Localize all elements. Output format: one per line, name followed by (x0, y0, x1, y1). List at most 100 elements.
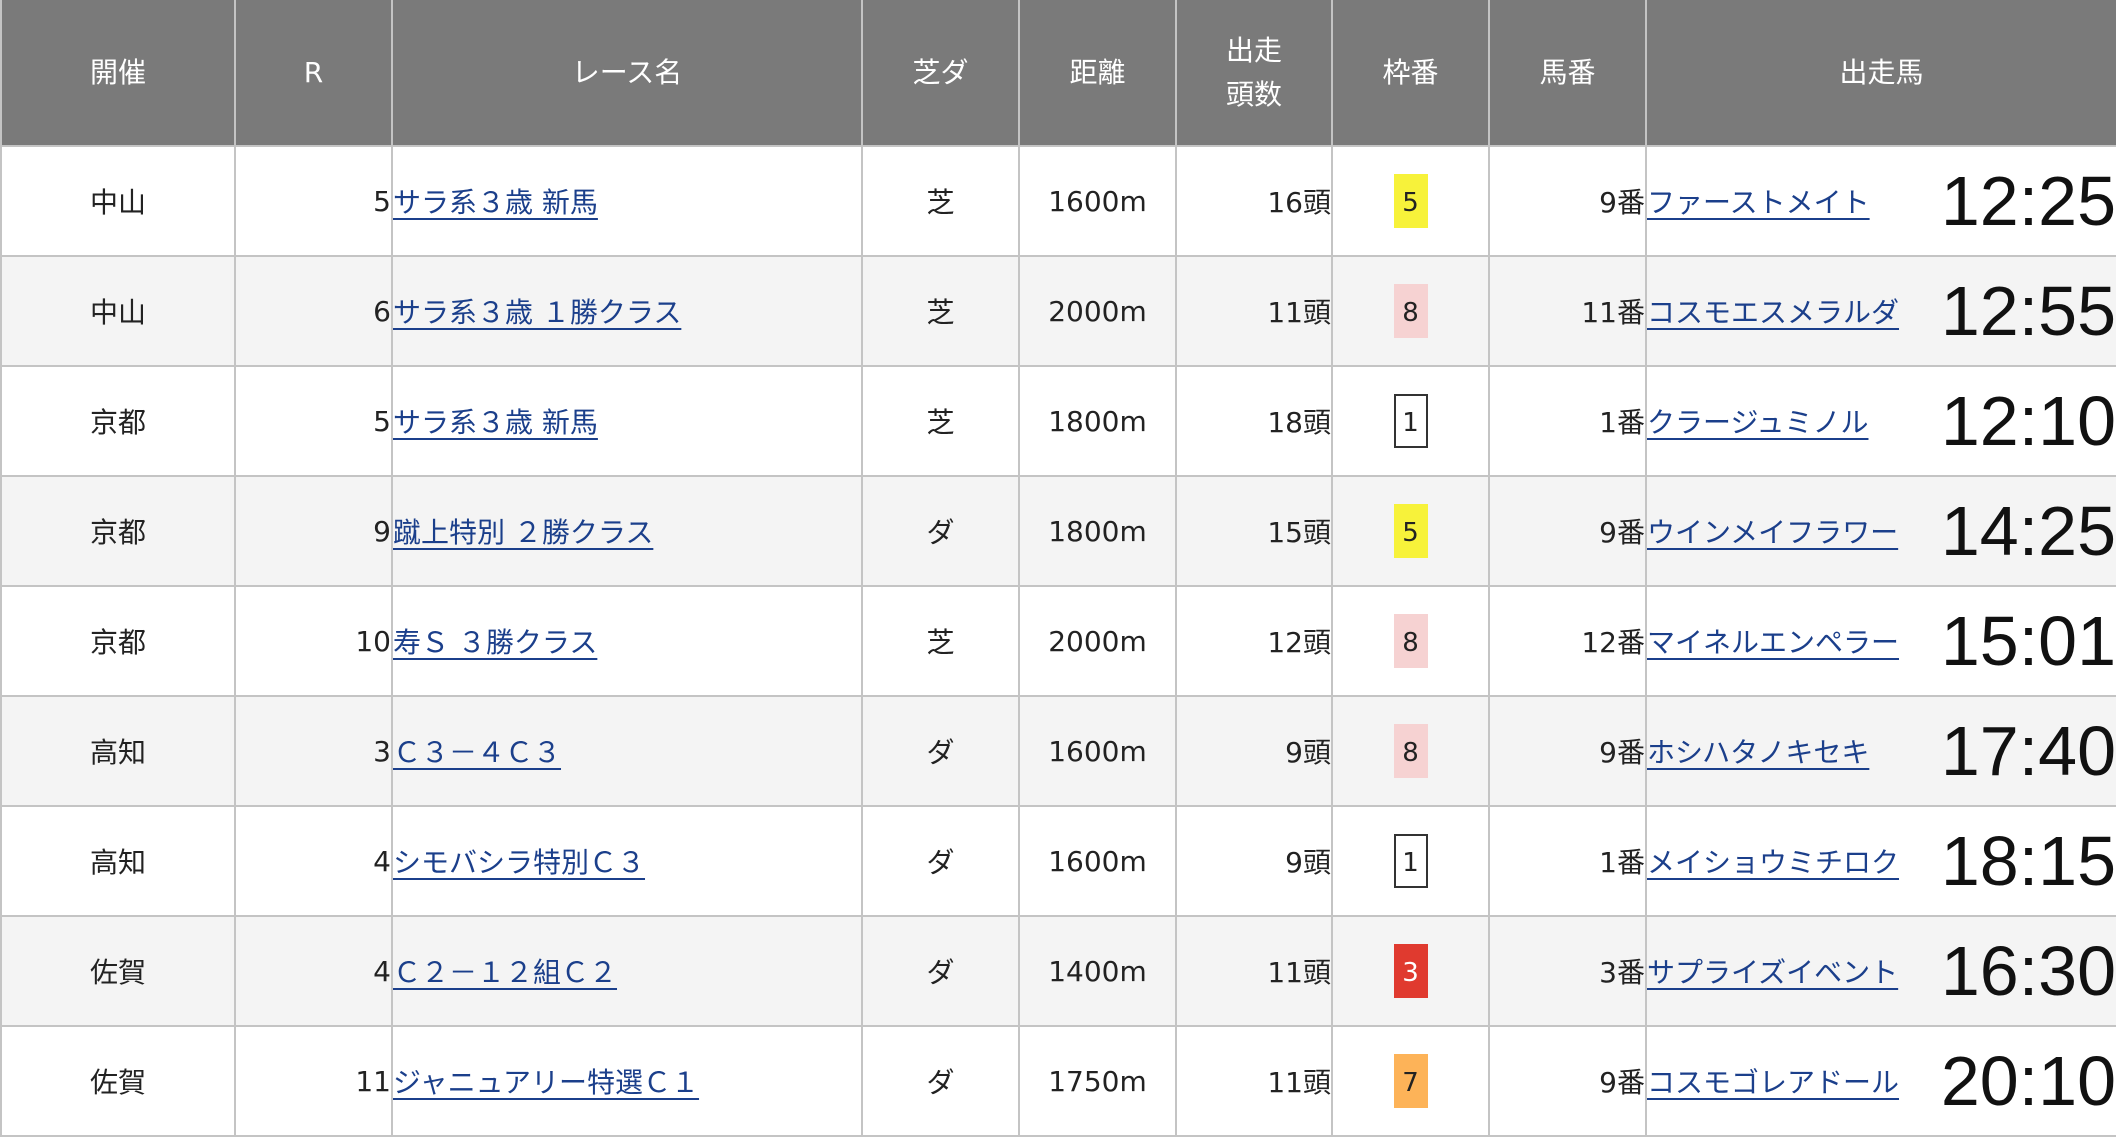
distance-cell: 2000m (1018, 255, 1177, 367)
race-number-cell: 5 (234, 145, 393, 257)
post-time: 20:10 (1940, 1046, 2116, 1116)
surface-cell: 芝 (861, 255, 1020, 367)
horse-cell-content: ウインメイフラワー 14:25 (1647, 496, 2116, 566)
race-number-cell: 3 (234, 695, 393, 807)
table-row: 高知 4 シモバシラ特別Ｃ３ ダ 1600m 9頭 1 1番 メイショウミチロク… (0, 805, 2116, 917)
horse-number-cell: 12番 (1488, 585, 1647, 697)
surface-cell: 芝 (861, 365, 1020, 477)
table-row: 佐賀 4 Ｃ２－１２組Ｃ２ ダ 1400m 11頭 3 3番 サプライズイベント… (0, 915, 2116, 1027)
frame-badge: 8 (1393, 724, 1428, 778)
distance-cell: 1600m (1018, 695, 1177, 807)
table-row: 佐賀 11 ジャニュアリー特選Ｃ１ ダ 1750m 11頭 7 9番 コスモゴレ… (0, 1025, 2116, 1137)
surface-cell: 芝 (861, 585, 1020, 697)
distance-cell: 1600m (1018, 805, 1177, 917)
venue-cell: 高知 (0, 805, 236, 917)
horse-cell: ファーストメイト 12:25 (1645, 145, 2116, 257)
race-number-cell: 6 (234, 255, 393, 367)
venue-cell: 中山 (0, 145, 236, 257)
frame-cell: 5 (1331, 145, 1490, 257)
horse-cell: メイショウミチロク 18:15 (1645, 805, 2116, 917)
surface-cell: 芝 (861, 145, 1020, 257)
header-race-number: R (234, 0, 393, 146)
frame-badge: 1 (1393, 834, 1428, 888)
race-name-link[interactable]: Ｃ２－１２組Ｃ２ (393, 956, 617, 989)
starters-cell: 16頭 (1175, 145, 1333, 257)
horse-name-link[interactable]: メイショウミチロク (1647, 841, 1899, 881)
race-name-link[interactable]: ジャニュアリー特選Ｃ１ (393, 1066, 699, 1099)
horse-cell-content: クラージュミノル 12:10 (1647, 386, 2116, 456)
surface-cell: ダ (861, 475, 1020, 587)
frame-cell: 8 (1331, 255, 1490, 367)
frame-cell: 7 (1331, 1025, 1490, 1137)
distance-cell: 1800m (1018, 475, 1177, 587)
horse-cell-content: マイネルエンペラー 15:01 (1647, 606, 2116, 676)
venue-cell: 佐賀 (0, 915, 236, 1027)
venue-cell: 京都 (0, 365, 236, 477)
horse-cell: サプライズイベント 16:30 (1645, 915, 2116, 1027)
race-name-cell: 寿Ｓ ３勝クラス (391, 585, 863, 697)
race-number-cell: 11 (234, 1025, 393, 1137)
surface-cell: ダ (861, 695, 1020, 807)
starters-cell: 11頭 (1175, 915, 1333, 1027)
post-time: 14:25 (1940, 496, 2116, 566)
horse-number-cell: 9番 (1488, 145, 1647, 257)
horse-name-link[interactable]: ウインメイフラワー (1647, 511, 1898, 551)
horse-cell-content: メイショウミチロク 18:15 (1647, 826, 2116, 896)
frame-badge: 3 (1393, 944, 1428, 998)
frame-badge: 1 (1393, 394, 1428, 448)
horse-cell: ホシハタノキセキ 17:40 (1645, 695, 2116, 807)
post-time: 18:15 (1940, 826, 2116, 896)
horse-name-link[interactable]: ファーストメイト (1647, 181, 1870, 221)
horse-number-cell: 11番 (1488, 255, 1647, 367)
horse-number-cell: 1番 (1488, 805, 1647, 917)
venue-cell: 京都 (0, 585, 236, 697)
post-time: 17:40 (1940, 716, 2116, 786)
table-row: 京都 5 サラ系３歳 新馬 芝 1800m 18頭 1 1番 クラージュミノル … (0, 365, 2116, 477)
header-horse-number: 馬番 (1488, 0, 1647, 146)
distance-cell: 2000m (1018, 585, 1177, 697)
horse-name-link[interactable]: サプライズイベント (1647, 951, 1898, 991)
header-horse: 出走馬 (1645, 0, 2116, 146)
post-time: 12:10 (1940, 386, 2116, 456)
race-name-link[interactable]: Ｃ３－４Ｃ３ (393, 736, 561, 769)
horse-name-link[interactable]: ホシハタノキセキ (1647, 731, 1869, 771)
race-name-link[interactable]: シモバシラ特別Ｃ３ (393, 846, 645, 879)
frame-badge: 8 (1393, 284, 1428, 338)
horse-cell-content: コスモゴレアドール 20:10 (1647, 1046, 2116, 1116)
table-body: 中山 5 サラ系３歳 新馬 芝 1600m 16頭 5 9番 ファーストメイト … (0, 145, 2116, 1137)
horse-name-link[interactable]: マイネルエンペラー (1647, 621, 1899, 661)
horse-name-link[interactable]: コスモゴレアドール (1647, 1061, 1899, 1101)
race-name-link[interactable]: サラ系３歳 新馬 (393, 406, 598, 439)
frame-cell: 3 (1331, 915, 1490, 1027)
post-time: 12:25 (1940, 166, 2116, 236)
surface-cell: ダ (861, 805, 1020, 917)
race-name-link[interactable]: 蹴上特別 ２勝クラス (393, 516, 653, 549)
header-race-name: レース名 (391, 0, 863, 146)
race-name-cell: Ｃ３－４Ｃ３ (391, 695, 863, 807)
header-venue: 開催 (0, 0, 236, 146)
frame-cell: 5 (1331, 475, 1490, 587)
race-number-cell: 10 (234, 585, 393, 697)
distance-cell: 1800m (1018, 365, 1177, 477)
table-row: 京都 9 蹴上特別 ２勝クラス ダ 1800m 15頭 5 9番 ウインメイフラ… (0, 475, 2116, 587)
frame-badge: 5 (1393, 504, 1428, 558)
starters-cell: 11頭 (1175, 255, 1333, 367)
table-header: 開催 R レース名 芝ダ 距離 出走頭数 枠番 馬番 出走馬 (0, 0, 2116, 146)
race-table: 開催 R レース名 芝ダ 距離 出走頭数 枠番 馬番 出走馬 中山 5 サラ系３… (0, 0, 2116, 1137)
race-name-cell: シモバシラ特別Ｃ３ (391, 805, 863, 917)
horse-name-link[interactable]: コスモエスメラルダ (1647, 291, 1899, 331)
post-time: 12:55 (1940, 276, 2116, 346)
header-row: 開催 R レース名 芝ダ 距離 出走頭数 枠番 馬番 出走馬 (0, 0, 2116, 146)
race-name-link[interactable]: 寿Ｓ ３勝クラス (393, 626, 597, 659)
distance-cell: 1750m (1018, 1025, 1177, 1137)
horse-cell: クラージュミノル 12:10 (1645, 365, 2116, 477)
horse-number-cell: 3番 (1488, 915, 1647, 1027)
frame-badge: 8 (1393, 614, 1428, 668)
race-name-cell: 蹴上特別 ２勝クラス (391, 475, 863, 587)
race-name-link[interactable]: サラ系３歳 １勝クラス (393, 296, 681, 329)
horse-cell: ウインメイフラワー 14:25 (1645, 475, 2116, 587)
horse-name-link[interactable]: クラージュミノル (1647, 401, 1868, 441)
race-name-link[interactable]: サラ系３歳 新馬 (393, 186, 598, 219)
frame-cell: 1 (1331, 365, 1490, 477)
venue-cell: 高知 (0, 695, 236, 807)
